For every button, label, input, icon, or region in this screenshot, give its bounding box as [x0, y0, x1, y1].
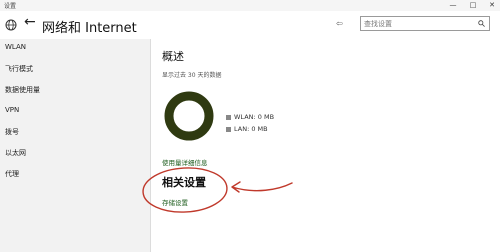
minimize-button[interactable]: — [446, 0, 460, 11]
sidebar-item-data-usage[interactable]: 数据使用量 [5, 85, 40, 95]
legend-swatch [226, 126, 231, 132]
related-settings-title: 相关设置 [162, 176, 206, 189]
sidebar-item-dial-up[interactable]: 拨号 [5, 127, 19, 137]
donut-ring [164, 91, 214, 141]
legend-swatch [226, 114, 231, 120]
storage-settings-link[interactable]: 存储设置 [162, 197, 188, 207]
sidebar-item-proxy[interactable]: 代理 [5, 169, 19, 179]
back-button[interactable]: ← [24, 14, 36, 30]
search-placeholder: 查找设置 [364, 20, 392, 28]
overview-title: 概述 [162, 50, 184, 63]
sidebar-item-wlan[interactable]: WLAN [5, 43, 26, 51]
annotation-arrow [231, 181, 293, 193]
legend-label: LAN: 0 MB [234, 125, 268, 133]
title-bar: 设置 — □ ✕ [0, 0, 500, 11]
sidebar-divider [150, 39, 151, 252]
legend-item-wlan: WLAN: 0 MB [226, 113, 274, 121]
pin-icon[interactable]: ⇦ [336, 19, 343, 28]
page-title: 网络和 Internet [42, 21, 137, 36]
search-icon[interactable] [478, 20, 485, 27]
search-input[interactable]: 查找设置 [360, 16, 490, 31]
legend-item-lan: LAN: 0 MB [226, 125, 268, 133]
legend-label: WLAN: 0 MB [234, 113, 275, 121]
sidebar: WLAN 飞行模式 数据使用量 VPN 拨号 以太网 代理 [0, 39, 150, 252]
sidebar-item-vpn[interactable]: VPN [5, 106, 19, 114]
sidebar-item-airplane-mode[interactable]: 飞行模式 [5, 64, 33, 74]
header: ← 网络和 Internet ⇦ 查找设置 [0, 11, 500, 39]
close-button[interactable]: ✕ [485, 0, 499, 11]
period-text: 显示过去 30 天的数据 [162, 72, 222, 79]
globe-icon [5, 19, 17, 31]
maximize-button[interactable]: □ [466, 0, 480, 11]
window-title: 设置 [4, 3, 17, 10]
sidebar-item-ethernet[interactable]: 以太网 [5, 148, 26, 158]
usage-donut-chart [164, 91, 214, 141]
usage-details-link[interactable]: 使用量详细信息 [162, 157, 208, 167]
